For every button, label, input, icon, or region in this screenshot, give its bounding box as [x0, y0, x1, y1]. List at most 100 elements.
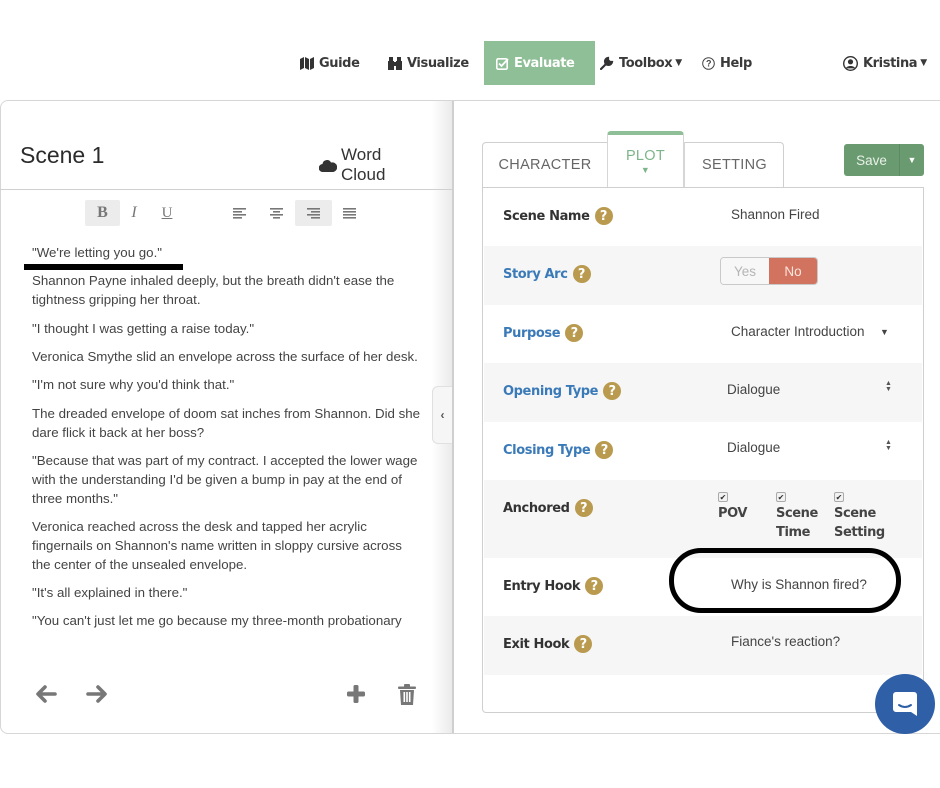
chat-icon: [893, 692, 917, 716]
toggle-no[interactable]: No: [769, 258, 817, 284]
field-label: Entry Hook ?: [503, 577, 604, 595]
purpose-select[interactable]: Character Introduction: [731, 324, 865, 339]
entry-hook-input[interactable]: Why is Shannon fired?: [731, 577, 867, 592]
scene-text-editor[interactable]: "We're letting you go." Shannon Payne in…: [32, 244, 422, 646]
question-circle-icon: ?: [702, 56, 715, 70]
field-anchored: Anchored ? ✔ POV ✔ Scene Time ✔ Scene Se…: [484, 480, 922, 558]
field-label: Story Arc ?: [503, 265, 591, 283]
scene-setting-checkbox[interactable]: ✔: [834, 492, 844, 502]
nav-guide[interactable]: Guide: [300, 41, 360, 85]
story-arc-toggle: Yes No: [720, 257, 818, 285]
tab-character[interactable]: CHARACTER: [482, 142, 608, 188]
help-icon[interactable]: ?: [565, 324, 584, 342]
field-purpose: Purpose ? Character Introduction ▼: [484, 305, 922, 364]
next-scene-button[interactable]: [84, 681, 110, 707]
align-right-icon: [307, 207, 320, 219]
toggle-yes[interactable]: Yes: [721, 258, 769, 284]
field-entry-hook: Entry Hook ? Why is Shannon fired?: [484, 558, 922, 617]
scene-name-input[interactable]: Shannon Fired: [731, 207, 820, 222]
user-menu[interactable]: Kristina ▼: [843, 41, 927, 85]
caret-down-icon: ▼: [907, 155, 917, 165]
help-icon[interactable]: ?: [594, 207, 613, 225]
field-label: Scene Name ?: [503, 207, 613, 225]
paragraph: "We're letting you go.": [32, 245, 162, 260]
caret-down-icon: ▼: [640, 165, 651, 175]
word-cloud-label: Word Cloud: [341, 145, 386, 184]
anchored-scene-setting: ✔ Scene Setting: [834, 492, 885, 542]
align-right-button[interactable]: [295, 200, 332, 226]
underline-button[interactable]: U: [156, 200, 178, 226]
wrench-icon: [600, 56, 614, 70]
nav-guide-label: Guide: [319, 55, 360, 71]
chat-launcher[interactable]: [875, 674, 935, 734]
align-justify-button[interactable]: [338, 200, 360, 226]
field-label: Closing Type ?: [503, 441, 614, 459]
user-circle-icon: [843, 55, 858, 71]
chevron-down-icon: ▼: [675, 58, 682, 68]
help-icon[interactable]: ?: [574, 635, 593, 653]
add-scene-button[interactable]: [343, 681, 369, 707]
scene-time-checkbox[interactable]: ✔: [776, 492, 786, 502]
arrow-right-icon: [86, 685, 107, 703]
tab-setting[interactable]: SETTING: [684, 142, 784, 188]
label-text: Scene Name: [503, 208, 590, 224]
plus-icon: [347, 685, 365, 703]
align-left-button[interactable]: [228, 200, 250, 226]
paragraph: "It's all explained in there.": [32, 584, 188, 600]
help-icon[interactable]: ?: [572, 265, 591, 283]
help-icon[interactable]: ?: [585, 577, 604, 595]
save-button-group: Save ▼: [844, 144, 924, 176]
check-square-icon: [496, 57, 509, 70]
field-exit-hook: Exit Hook ? Fiance's reaction?: [484, 616, 922, 675]
label-text: Entry Hook: [503, 578, 581, 594]
label-text: Anchored: [503, 500, 570, 516]
nav-help[interactable]: ? Help: [702, 41, 752, 85]
help-icon[interactable]: ?: [603, 382, 622, 400]
collapse-panel-handle[interactable]: ‹: [432, 386, 452, 444]
bold-button[interactable]: B: [85, 200, 120, 226]
align-justify-icon: [342, 207, 356, 219]
delete-scene-button[interactable]: [394, 681, 420, 707]
map-icon: [300, 56, 314, 70]
field-label: Opening Type ?: [503, 382, 622, 400]
label-text: Purpose: [503, 325, 561, 341]
svg-text:?: ?: [706, 58, 711, 68]
pov-checkbox[interactable]: ✔: [718, 492, 728, 502]
tab-plot[interactable]: PLOT ▼: [607, 131, 684, 188]
field-label: Anchored ?: [503, 499, 593, 517]
user-name: Kristina: [863, 55, 918, 71]
nav-toolbox[interactable]: Toolbox ▼: [600, 41, 682, 85]
paragraph: "Because that was part of my contract. I…: [32, 452, 418, 506]
caret-down-icon: ▼: [880, 327, 889, 337]
nav-visualize-label: Visualize: [407, 55, 469, 71]
field-label: Exit Hook ?: [503, 635, 593, 653]
closing-type-select[interactable]: Dialogue: [727, 440, 780, 455]
previous-scene-button[interactable]: [33, 681, 59, 707]
sort-icon: ▲ ▼: [885, 439, 892, 452]
sort-icon: ▲ ▼: [885, 380, 892, 393]
paragraph: The dreaded envelope of doom sat inches …: [32, 405, 421, 440]
align-center-icon: [269, 207, 283, 219]
chevron-down-icon: ▼: [920, 58, 927, 68]
word-cloud-button[interactable]: Word Cloud: [319, 145, 427, 185]
header-divider: [0, 189, 452, 190]
checkbox-label: Scene: [776, 506, 818, 521]
anchored-pov: ✔ POV: [718, 492, 747, 523]
trash-icon: [398, 683, 416, 705]
exit-hook-input[interactable]: Fiance's reaction?: [731, 634, 840, 649]
scene-title: Scene 1: [20, 142, 105, 168]
italic-button[interactable]: I: [124, 200, 144, 226]
nav-evaluate[interactable]: Evaluate: [484, 41, 596, 85]
align-center-button[interactable]: [265, 200, 287, 226]
save-options-button[interactable]: ▼: [899, 144, 924, 176]
nav-visualize[interactable]: Visualize: [388, 41, 469, 85]
help-icon[interactable]: ?: [595, 441, 614, 459]
binoculars-icon: [388, 56, 402, 70]
nav-evaluate-label: Evaluate: [514, 55, 575, 71]
help-icon[interactable]: ?: [574, 499, 593, 517]
paragraph: Veronica Smythe slid an envelope across …: [32, 348, 418, 364]
label-text: Opening Type: [503, 383, 599, 399]
save-button[interactable]: Save: [844, 144, 899, 176]
chevron-left-icon: ‹: [440, 408, 445, 422]
opening-type-select[interactable]: Dialogue: [727, 382, 780, 397]
